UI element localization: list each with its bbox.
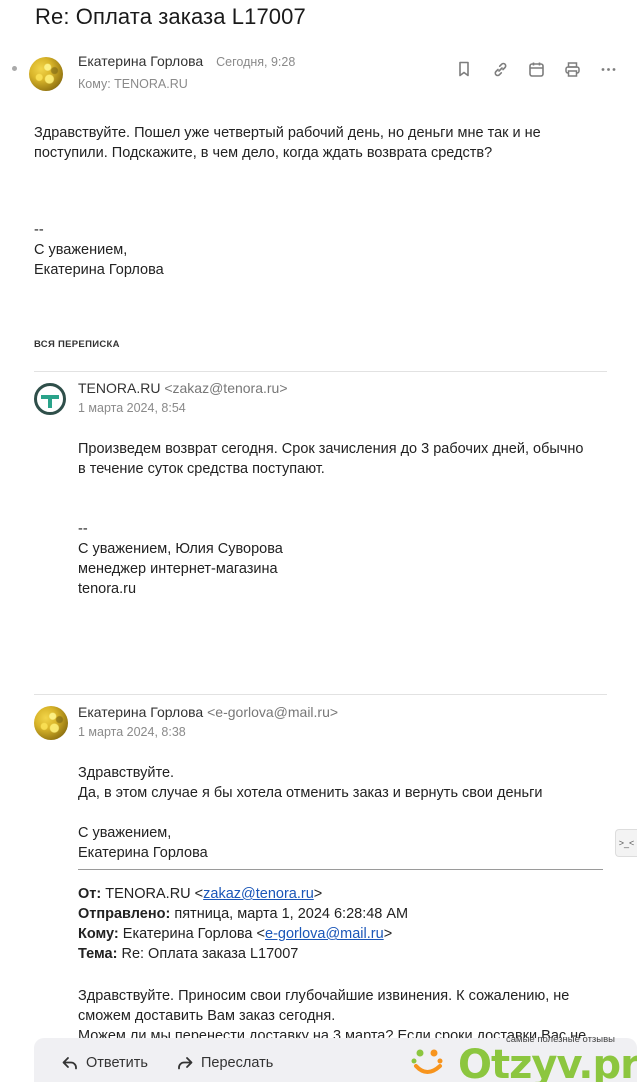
quoted-sent: Отправлено: пятница, марта 1, 2024 6:28:…	[78, 906, 409, 922]
link-icon[interactable]	[491, 60, 509, 78]
thread-signature: С уважением, Екатерина Горлова	[78, 825, 208, 861]
reply-button[interactable]: Ответить	[62, 1055, 148, 1071]
avatar[interactable]	[29, 57, 63, 91]
print-icon[interactable]	[563, 60, 581, 78]
divider	[34, 371, 607, 372]
thread-body: Здравствуйте. Да, в этом случае я бы хот…	[78, 765, 543, 801]
quote-divider	[78, 869, 603, 870]
quoted-to: Кому: Екатерина Горлова <e-gorlova@mail.…	[78, 926, 393, 942]
unread-dot	[12, 66, 17, 71]
thread-body: Произведем возврат сегодня. Срок зачисле…	[78, 441, 584, 477]
side-panel-toggle[interactable]: >_<	[615, 829, 637, 857]
sender-name[interactable]: Екатерина Горлова	[78, 53, 203, 69]
quoted-subject: Тема: Re: Оплата заказа L17007	[78, 946, 299, 962]
quoted-from: От: TENORA.RU <zakaz@tenora.ru>	[78, 886, 323, 902]
reply-icon	[62, 1057, 77, 1070]
tenora-logo[interactable]	[34, 383, 66, 415]
message-sender[interactable]: Екатерина Горлова Сегодня, 9:28	[78, 53, 295, 69]
quoted-from-email[interactable]: zakaz@tenora.ru	[203, 886, 314, 902]
message-body: Здравствуйте. Пошел уже четвертый рабочи…	[34, 125, 541, 161]
watermark-brand: Otzyv.pro	[458, 1042, 637, 1082]
watermark-logo-icon	[411, 1049, 443, 1074]
thread-sender[interactable]: Екатерина Горлова <e-gorlova@mail.ru>	[78, 704, 338, 720]
avatar[interactable]	[34, 706, 68, 740]
more-icon[interactable]	[599, 60, 617, 78]
forward-button[interactable]: Переслать	[177, 1055, 273, 1071]
thread-date: 1 марта 2024, 8:38	[78, 725, 186, 739]
thread-sender[interactable]: TENORA.RU <zakaz@tenora.ru>	[78, 380, 288, 396]
forward-icon	[178, 1057, 193, 1070]
message-time: Сегодня, 9:28	[216, 55, 296, 69]
message-recipient[interactable]: Кому: TENORA.RU	[78, 77, 188, 91]
quoted-to-email[interactable]: e-gorlova@mail.ru	[265, 926, 384, 942]
divider	[34, 694, 607, 695]
message-signature: -- С уважением, Екатерина Горлова	[34, 222, 164, 278]
calendar-icon[interactable]	[527, 60, 545, 78]
email-subject: Re: Оплата заказа L17007	[35, 4, 306, 29]
message-toolbar	[455, 60, 617, 78]
bookmark-icon[interactable]	[455, 60, 473, 78]
thread-signature: -- С уважением, Юлия Суворова менеджер и…	[78, 521, 283, 597]
thread-date: 1 марта 2024, 8:54	[78, 401, 186, 415]
thread-label: ВСЯ ПЕРЕПИСКА	[34, 339, 120, 350]
